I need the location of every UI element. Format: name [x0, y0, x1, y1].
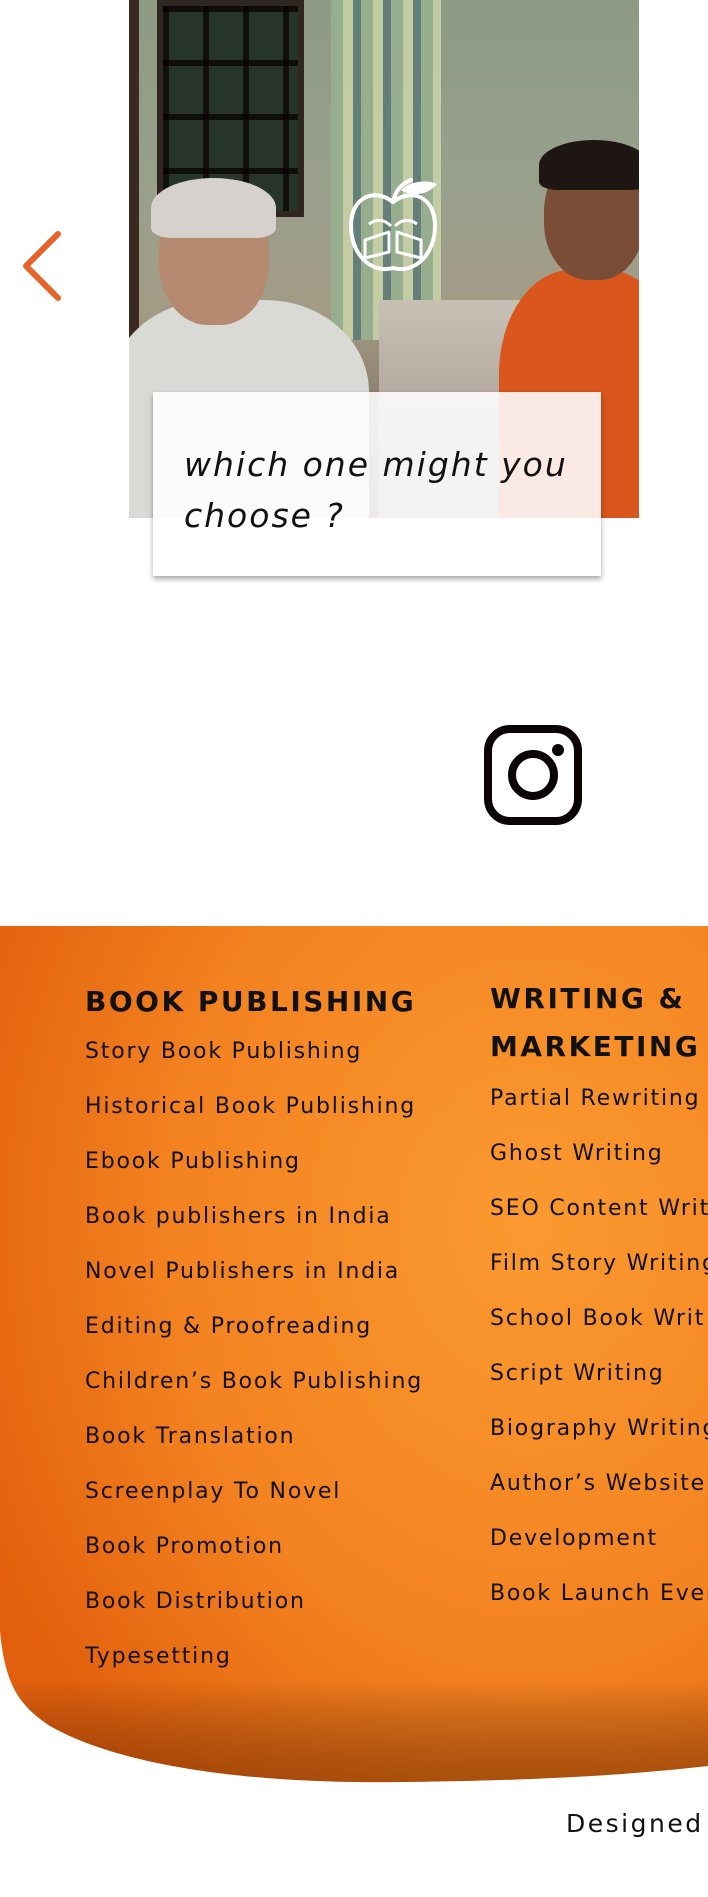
chevron-left-icon[interactable] [18, 228, 68, 304]
footer-link[interactable]: Historical Book Publishing [85, 1087, 425, 1142]
person-right-hair [539, 140, 639, 190]
designed-credit: Designed [566, 1809, 704, 1838]
footer-link[interactable]: Book Promotion [85, 1527, 425, 1582]
link-list: Partial Rewriting Ghost Writing SEO Cont… [490, 1079, 708, 1629]
footer-link[interactable]: Children’s Book Publishing [85, 1362, 425, 1417]
apple-book-logo-icon [348, 178, 438, 272]
person-left-hair [151, 178, 276, 238]
footer-link[interactable]: SEO Content Writ [490, 1189, 708, 1244]
footer-link[interactable]: Editing & Proofreading [85, 1307, 425, 1362]
column-title: WRITING & MARKETING [490, 982, 701, 1063]
footer-link[interactable]: Ebook Publishing [85, 1142, 425, 1197]
footer-link[interactable]: Biography Writing [490, 1409, 708, 1464]
column-title: BOOK PUBLISHING [85, 985, 417, 1018]
caption-text: which one might you choose ? [184, 445, 568, 535]
footer-link[interactable]: Typesetting [85, 1637, 425, 1692]
footer-link[interactable]: School Book Writ [490, 1299, 708, 1354]
footer-link[interactable]: Book Launch Even [490, 1574, 708, 1629]
footer-link[interactable]: Author’s Website [490, 1464, 708, 1519]
instagram-icon[interactable] [484, 725, 582, 825]
footer-column-writing-marketing: WRITING & MARKETING Partial Rewriting Gh… [490, 975, 708, 1629]
footer-link[interactable]: Book publishers in India [85, 1197, 425, 1252]
caption-card: which one might you choose ? [153, 392, 601, 576]
footer-link[interactable]: Partial Rewriting [490, 1079, 708, 1134]
footer-link[interactable]: Book Distribution [85, 1582, 425, 1637]
footer-link[interactable]: Development [490, 1519, 708, 1574]
footer-link[interactable]: Book Translation [85, 1417, 425, 1472]
link-list: Story Book Publishing Historical Book Pu… [85, 1032, 425, 1692]
footer-link[interactable]: Script Writing [490, 1354, 708, 1409]
footer-link[interactable]: Novel Publishers in India [85, 1252, 425, 1307]
footer-link[interactable]: Ghost Writing [490, 1134, 708, 1189]
footer-link[interactable]: Screenplay To Novel [85, 1472, 425, 1527]
photo-curtain [331, 0, 441, 340]
footer-column-book-publishing: BOOK PUBLISHING Story Book Publishing Hi… [85, 978, 425, 1692]
footer-link[interactable]: Film Story Writing [490, 1244, 708, 1299]
footer-link[interactable]: Story Book Publishing [85, 1032, 425, 1087]
